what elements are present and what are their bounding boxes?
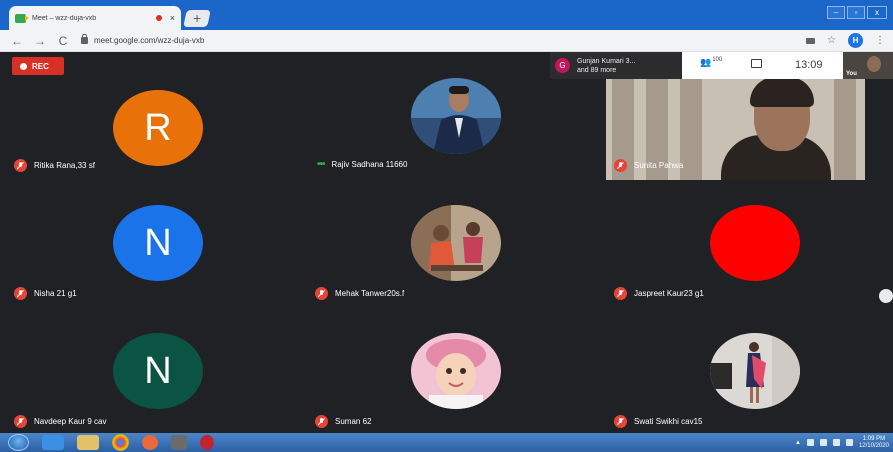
volume-icon[interactable] [832, 439, 840, 446]
close-window-button[interactable]: x [867, 6, 887, 19]
people-icon: 👥 [700, 57, 712, 67]
self-view[interactable]: You [843, 52, 893, 79]
participant-avatar: N [113, 205, 203, 281]
browser-tabstrip: Meet – wzz-duja-vxb × + – ▫ x [0, 0, 893, 30]
mehak-photo [411, 205, 501, 281]
windows-taskbar: ▲ 1:09 PM 12/10/2020 [0, 433, 893, 452]
chat-icon[interactable] [751, 59, 762, 68]
window-controls: – ▫ x [827, 6, 887, 19]
participant-name: Sunita Pahwa [614, 159, 683, 172]
app-icon[interactable] [171, 435, 187, 450]
people-button[interactable]: 👥 100 [700, 57, 722, 68]
mic-off-icon [614, 159, 627, 172]
flag-icon[interactable] [806, 439, 814, 446]
more-participants-icon[interactable] [879, 289, 893, 303]
meet-favicon-icon [15, 13, 29, 23]
taskbar-clock[interactable]: 1:09 PM 12/10/2020 [859, 436, 889, 450]
recording-indicator-icon [155, 15, 162, 21]
presenter-avatar: G [555, 58, 570, 73]
mic-off-icon [14, 287, 27, 300]
ie-icon[interactable] [42, 435, 64, 450]
meet-top-bar: G Gunjan Kumari 3... and 89 more 👥 100 1… [550, 52, 843, 79]
media-player-icon[interactable] [142, 435, 158, 450]
mic-off-icon [614, 287, 627, 300]
reload-button[interactable]: C [54, 34, 72, 48]
display-icon[interactable] [845, 439, 853, 446]
participant-name: Mehak Tanwer20s.f [315, 287, 404, 300]
self-video [867, 56, 881, 72]
camera-in-use-icon[interactable] [806, 37, 816, 44]
participant-name: Suman 62 [315, 415, 371, 428]
lock-icon [81, 34, 88, 44]
maximize-button[interactable]: ▫ [847, 6, 865, 19]
participant-name: Jaspreet Kaur23 g1 [614, 287, 704, 300]
mic-off-icon [315, 287, 328, 300]
suman-photo [411, 333, 501, 409]
participant-avatar: R [113, 90, 203, 166]
mic-off-icon [315, 415, 328, 428]
participant-avatar [710, 205, 800, 281]
tray-expand-icon[interactable]: ▲ [795, 440, 801, 446]
mic-off-icon [14, 415, 27, 428]
participant-name: Ritika Rana,33 sf [14, 159, 95, 172]
mic-off-icon [614, 415, 627, 428]
rajiv-photo [411, 78, 501, 154]
tab-title: Meet – wzz-duja-vxb [32, 14, 97, 22]
url-text: meet.google.com/wzz-duja-vxb [94, 36, 205, 45]
presenter-more: and 89 more [577, 66, 617, 74]
record-dot-icon [20, 62, 27, 70]
presenter-name: Gunjan Kumari 3... [577, 57, 636, 65]
browser-toolbar: ← → C meet.google.com/wzz-duja-vxb ☆ H ⋮ [0, 30, 893, 52]
participant-avatar [411, 333, 501, 409]
self-label: You [846, 71, 857, 77]
tab-close-button[interactable]: × [170, 13, 175, 23]
participant-avatar [411, 78, 501, 154]
address-bar[interactable]: meet.google.com/wzz-duja-vxb [81, 32, 806, 50]
new-tab-button[interactable]: + [183, 10, 211, 27]
participant-avatar: N [113, 333, 203, 409]
network-icon[interactable] [819, 439, 827, 446]
recording-badge: REC [12, 57, 64, 75]
chrome-icon[interactable] [112, 434, 129, 451]
profile-avatar[interactable]: H [848, 33, 863, 48]
meeting-clock: 13:09 [795, 59, 823, 71]
start-button[interactable] [8, 434, 29, 451]
participant-name: Navdeep Kaur 9 cav [14, 415, 107, 428]
participant-name: ••• Rajiv Sadhana 11660 [317, 159, 408, 170]
meet-grid: REC G Gunjan Kumari 3... and 89 more 👥 1… [0, 52, 893, 433]
system-tray: ▲ 1:09 PM 12/10/2020 [795, 433, 889, 452]
app-icon[interactable] [200, 435, 214, 450]
participant-avatar [411, 205, 501, 281]
presenter-chip[interactable]: G Gunjan Kumari 3... and 89 more [550, 52, 682, 79]
participant-name: Swati Swikhi cav15 [614, 415, 702, 428]
back-button[interactable]: ← [8, 34, 26, 48]
people-count: 100 [712, 57, 723, 63]
swati-photo [710, 333, 800, 409]
speaking-dots-icon: ••• [317, 159, 325, 170]
participant-name: Nisha 21 g1 [14, 287, 77, 300]
star-icon[interactable]: ☆ [827, 35, 836, 46]
participant-avatar [710, 333, 800, 409]
forward-button[interactable]: → [31, 34, 49, 48]
tab-meet[interactable]: Meet – wzz-duja-vxb × [9, 6, 181, 30]
explorer-icon[interactable] [77, 435, 99, 450]
browser-menu-icon[interactable]: ⋮ [875, 35, 885, 46]
toolbar-actions: ☆ H ⋮ [806, 33, 885, 48]
minimize-button[interactable]: – [827, 6, 845, 19]
mic-off-icon [14, 159, 27, 172]
